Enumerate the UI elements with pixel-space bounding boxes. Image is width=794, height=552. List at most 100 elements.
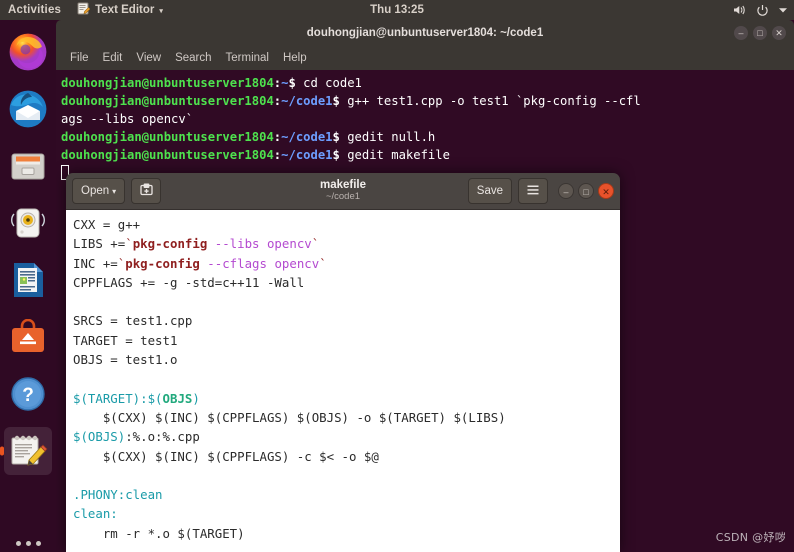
text-editor-icon	[8, 432, 48, 470]
terminal-prompt-line: douhongjian@unbuntuserver1804:~/code1$ g…	[61, 128, 794, 146]
gedit-code-line: clean:	[73, 504, 620, 523]
terminal-prompt-symbol: $	[332, 94, 348, 108]
gedit-code-token: CXX = g++	[73, 217, 141, 232]
terminal-prompt-user: douhongjian@unbuntuserver1804	[61, 94, 274, 108]
terminal-command: g++ test1.cpp -o test1 `pkg-config --cfl	[347, 94, 641, 108]
gedit-code-token: $(CXX) $(INC) $(CPPFLAGS) -c $< -o $@	[73, 448, 379, 464]
gedit-code-token: `	[125, 236, 133, 252]
terminal-prompt-path: ~/code1	[281, 94, 333, 108]
terminal-window-controls[interactable]: – □ ✕	[734, 25, 786, 40]
gedit-code-token: SRCS = test1.cpp	[73, 313, 193, 329]
terminal-prompt-line: douhongjian@unbuntuserver1804:~/code1$ g…	[61, 92, 794, 110]
gedit-code-token: pkg-config	[125, 255, 200, 271]
gedit-code-line: TARGET = test1	[73, 331, 620, 350]
ubuntu-dock: ?	[0, 20, 56, 552]
power-icon[interactable]	[756, 4, 769, 17]
gedit-code-token: --cflags opencv	[199, 255, 320, 271]
gedit-code-token: `	[319, 255, 327, 271]
terminal-prompt-symbol: $	[288, 76, 304, 90]
terminal-menubar[interactable]: File Edit View Search Terminal Help	[56, 45, 794, 70]
gedit-code-token: .PHONY:clean	[73, 487, 163, 503]
hamburger-menu-icon	[526, 184, 540, 199]
open-button-label: Open	[81, 185, 110, 197]
menu-item-help[interactable]: Help	[283, 52, 307, 64]
dock-item-text-editor[interactable]	[4, 427, 52, 475]
dock-item-rhythmbox[interactable]	[4, 199, 52, 247]
dock-item-libreoffice-writer[interactable]	[4, 256, 52, 304]
maximize-button[interactable]: □	[578, 183, 594, 199]
gedit-code-token: $(TARGET):$(	[73, 390, 163, 406]
terminal-title: douhongjian@unbuntuserver1804: ~/code1	[306, 26, 544, 39]
watermark: CSDN @妤哕	[715, 531, 786, 544]
gedit-code-line: OBJS = test1.o	[73, 350, 620, 369]
minimize-button[interactable]: –	[734, 25, 748, 40]
show-applications-dot	[15, 541, 21, 546]
gedit-code-line: $(CXX) $(INC) $(CPPFLAGS) -c $< -o $@	[73, 447, 620, 466]
hamburger-menu-button[interactable]	[518, 178, 548, 204]
terminal-command: cd code1	[303, 76, 362, 90]
show-applications-dot	[25, 541, 31, 546]
activities-button[interactable]: Activities	[0, 4, 71, 16]
new-document-icon	[139, 182, 154, 200]
gedit-code-line: .PHONY:clean	[73, 485, 620, 504]
chevron-down-icon[interactable]	[778, 6, 788, 14]
dock-item-help[interactable]: ?	[4, 370, 52, 418]
dock-item-thunderbird[interactable]	[4, 85, 52, 133]
terminal-prompt-path: ~/code1	[281, 130, 333, 144]
gedit-code-token: :%.o:%.cpp	[125, 429, 200, 445]
terminal-prompt-line: douhongjian@unbuntuserver1804:~/code1$ g…	[61, 146, 794, 164]
gedit-code-token: `	[311, 236, 320, 252]
files-icon	[9, 147, 47, 185]
gedit-code-token: OBJS = test1.o	[73, 352, 178, 368]
svg-text:?: ?	[22, 385, 34, 406]
rhythmbox-icon	[9, 204, 47, 242]
gedit-code-token: pkg-config	[132, 236, 208, 252]
menu-item-view[interactable]: View	[136, 52, 161, 64]
dock-item-files[interactable]	[4, 142, 52, 190]
gedit-code-line: $(TARGET):$(OBJS)	[73, 389, 620, 408]
gedit-scrollbar[interactable]	[616, 210, 620, 552]
terminal-command-wrap: ags --libs opencv`	[61, 110, 794, 128]
menu-item-terminal[interactable]: Terminal	[226, 52, 269, 64]
gedit-code-line: INC +=`pkg-config --cflags opencv`	[73, 254, 620, 273]
gedit-code-line	[73, 466, 620, 485]
app-menu-label: Text Editor	[95, 4, 155, 16]
new-document-button[interactable]	[131, 178, 162, 204]
gedit-code-line: SRCS = test1.cpp	[73, 311, 620, 330]
volume-icon[interactable]	[733, 4, 747, 16]
gedit-code-line: CXX = g++	[73, 215, 620, 234]
gedit-code-token: rm -r *.o $(TARGET)	[73, 525, 245, 541]
open-button[interactable]: Open ▾	[72, 178, 126, 204]
dock-item-ubuntu-software[interactable]	[4, 313, 52, 361]
maximize-button[interactable]: □	[753, 25, 767, 40]
firefox-icon	[8, 32, 48, 72]
ubuntu-software-icon	[10, 319, 46, 355]
gedit-window-controls[interactable]: – □ ✕	[558, 183, 614, 199]
app-menu-button[interactable]: Text Editor ▾	[71, 2, 169, 18]
dock-item-firefox[interactable]	[4, 28, 52, 76]
gedit-code-line: LIBS +=`pkg-config --libs opencv`	[73, 234, 620, 253]
show-applications-button[interactable]	[15, 541, 41, 546]
terminal-command: gedit makefile	[347, 148, 450, 162]
menu-item-edit[interactable]: Edit	[103, 52, 123, 64]
terminal-prompt-symbol: $	[332, 130, 348, 144]
terminal-command: gedit null.h	[347, 130, 436, 144]
gedit-code-line: $(OBJS):%.o:%.cpp	[73, 427, 620, 446]
gedit-window[interactable]: Open ▾ makefile ~/code1 Save – □ ✕ CXX =…	[66, 173, 620, 552]
menu-item-search[interactable]: Search	[175, 52, 211, 64]
menu-item-file[interactable]: File	[70, 52, 89, 64]
gedit-code-line: CPPFLAGS += -g -std=c++11 -Wall	[73, 273, 620, 292]
close-button[interactable]: ✕	[598, 183, 614, 199]
close-button[interactable]: ✕	[772, 25, 786, 40]
terminal-prompt-user: douhongjian@unbuntuserver1804	[61, 130, 274, 144]
gedit-code-line: $(CXX) $(INC) $(CPPFLAGS) $(OBJS) -o $(T…	[73, 408, 620, 427]
gedit-text-area[interactable]: CXX = g++ LIBS +=`pkg-config --libs openc…	[66, 210, 620, 552]
system-tray[interactable]	[733, 4, 788, 17]
save-button[interactable]: Save	[467, 178, 512, 204]
show-applications-dot	[35, 541, 41, 546]
gedit-code-token: $(CXX) $(INC) $(CPPFLAGS) $(OBJS) -o $(T…	[73, 409, 506, 425]
minimize-button[interactable]: –	[558, 183, 574, 199]
gedit-code-line	[73, 292, 620, 311]
terminal-prompt-path: ~/code1	[281, 148, 333, 162]
terminal-command: ags --libs opencv`	[61, 112, 194, 126]
